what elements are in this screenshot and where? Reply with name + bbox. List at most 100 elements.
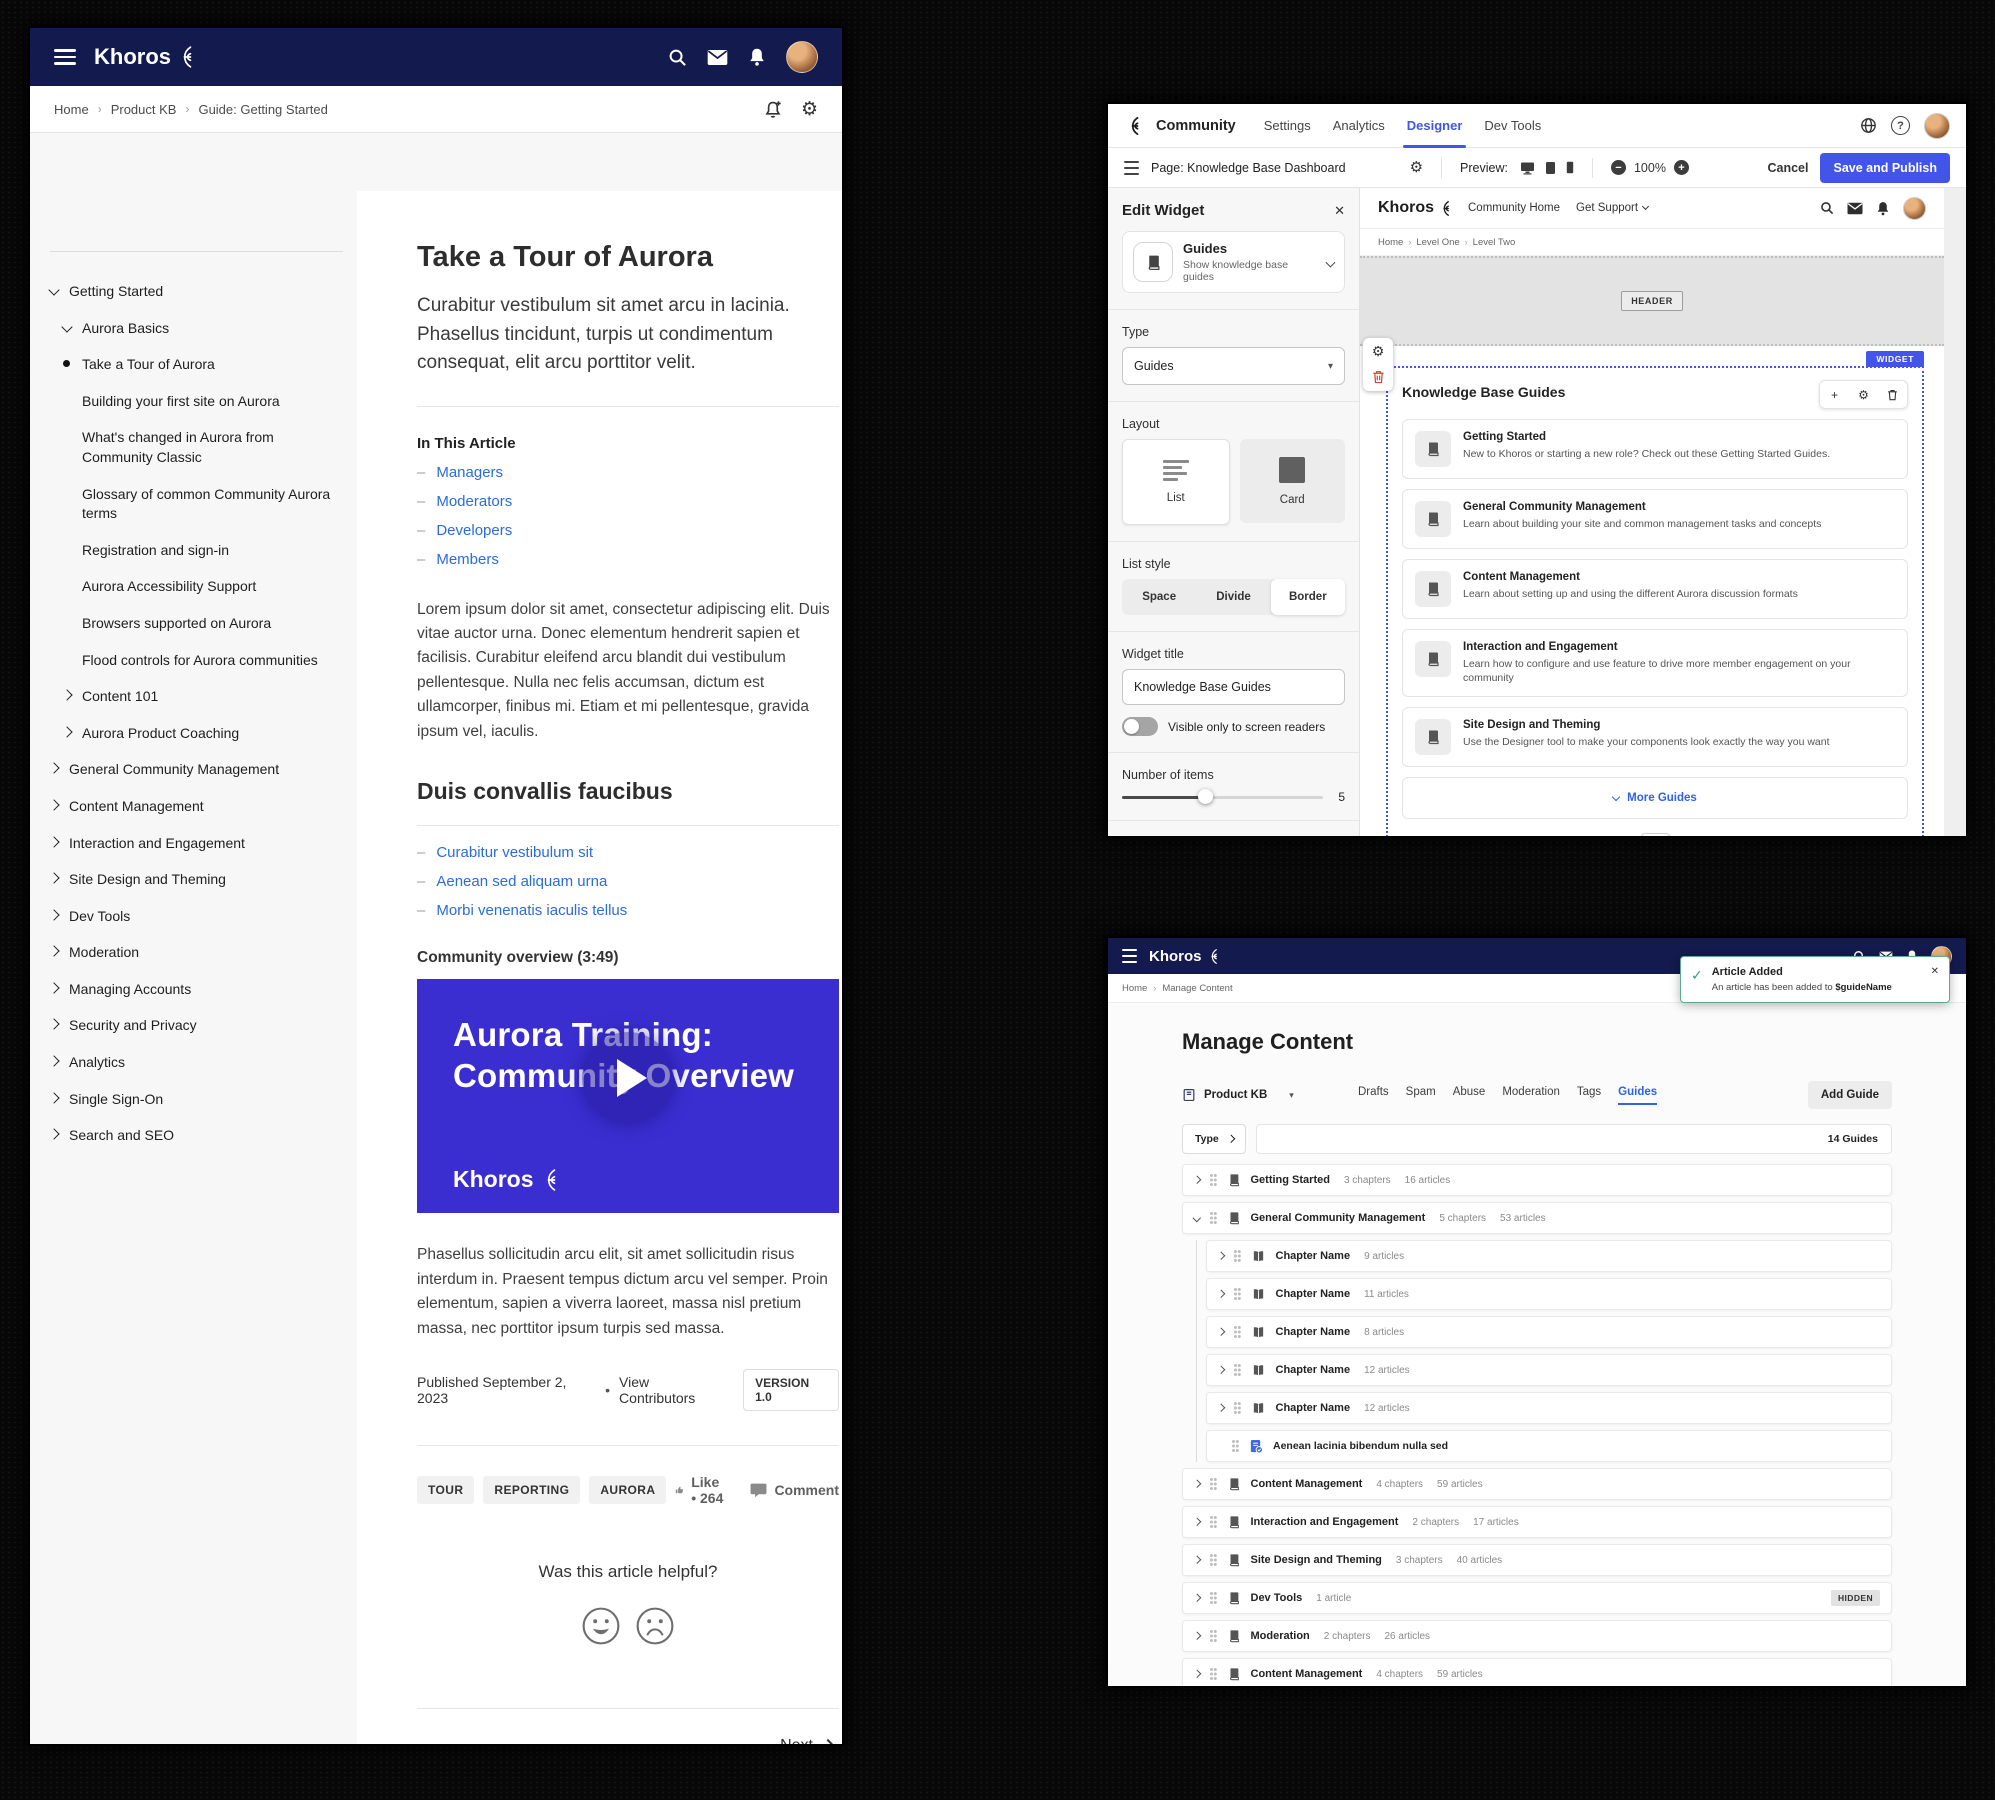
guide-row-expanded[interactable]: General Community Management 5 chapters … xyxy=(1182,1202,1892,1234)
guide-list-item[interactable]: Getting StartedNew to Khoros or starting… xyxy=(1402,419,1908,479)
drag-handle[interactable] xyxy=(1234,1402,1237,1405)
comment-button[interactable]: Comment xyxy=(750,1482,839,1498)
avatar[interactable] xyxy=(786,41,818,73)
layout-option-list[interactable]: List xyxy=(1122,439,1230,525)
drag-handle[interactable] xyxy=(1210,1212,1213,1215)
page-settings-gear-icon[interactable]: ⚙ xyxy=(1410,160,1423,175)
tab-analytics[interactable]: Analytics xyxy=(1329,104,1389,148)
tab-settings[interactable]: Settings xyxy=(1260,104,1315,148)
guide-list-item[interactable]: Interaction and EngagementLearn how to c… xyxy=(1402,629,1908,697)
breadcrumb-product-kb[interactable]: Product KB xyxy=(111,102,177,117)
drag-handle[interactable] xyxy=(1234,1288,1237,1291)
expand-chevron-icon[interactable] xyxy=(1193,1670,1201,1678)
mail-icon[interactable] xyxy=(707,49,728,66)
avatar[interactable] xyxy=(1903,197,1926,220)
search-icon[interactable] xyxy=(1820,201,1834,215)
toc-link-developers[interactable]: Developers xyxy=(436,522,512,539)
drag-handle[interactable] xyxy=(1210,1630,1213,1633)
toc-link-members[interactable]: Members xyxy=(436,551,499,568)
collapse-chevron-icon[interactable] xyxy=(1193,1214,1201,1222)
expand-chevron-icon[interactable] xyxy=(1193,1176,1201,1184)
view-contributors-link[interactable]: View Contributors xyxy=(619,1374,726,1406)
sidebar-item-analytics[interactable]: Analytics xyxy=(50,1053,343,1073)
type-select[interactable]: Guides▾ xyxy=(1122,347,1345,385)
khoros-logo[interactable]: Khoros xyxy=(94,44,196,70)
sidebar-item-single-sign-on[interactable]: Single Sign-On xyxy=(50,1090,343,1110)
expand-chevron-icon[interactable] xyxy=(1217,1252,1225,1260)
expand-chevron-icon[interactable] xyxy=(1217,1404,1225,1412)
preview-nav-community-home[interactable]: Community Home xyxy=(1468,202,1560,214)
pages-menu-icon[interactable] xyxy=(1124,161,1139,175)
phone-icon[interactable] xyxy=(1566,161,1574,174)
tag-reporting[interactable]: REPORTING xyxy=(483,1476,580,1504)
screen-reader-toggle[interactable] xyxy=(1122,717,1158,736)
settings-gear-icon[interactable]: ⚙ xyxy=(801,99,818,119)
guide-row[interactable]: Moderation 2 chapters 26 articles xyxy=(1182,1620,1892,1652)
number-of-items-slider[interactable] xyxy=(1122,796,1323,799)
tab-designer[interactable]: Designer xyxy=(1403,104,1467,148)
sidebar-item-managing-accounts[interactable]: Managing Accounts xyxy=(50,980,343,1000)
drag-handle[interactable] xyxy=(1210,1554,1213,1557)
sidebar-item-building-first-site[interactable]: Building your first site on Aurora xyxy=(50,392,343,412)
notifications-icon[interactable] xyxy=(1876,201,1890,216)
sidebar-item-interaction-engagement[interactable]: Interaction and Engagement xyxy=(50,834,343,854)
drag-handle[interactable] xyxy=(1232,1440,1235,1443)
widget-settings-gear-icon[interactable]: ⚙ xyxy=(1372,345,1385,359)
drag-handle[interactable] xyxy=(1210,1174,1213,1177)
sidebar-item-getting-started[interactable]: Getting Started xyxy=(50,282,343,302)
tab-spam[interactable]: Spam xyxy=(1406,1086,1436,1105)
section-link-1[interactable]: Curabitur vestibulum sit xyxy=(436,844,593,861)
globe-icon[interactable] xyxy=(1860,117,1877,134)
add-guide-button[interactable]: Add Guide xyxy=(1808,1081,1892,1109)
tag-tour[interactable]: TOUR xyxy=(417,1476,474,1504)
guide-row[interactable]: Content Management 4 chapters 59 article… xyxy=(1182,1468,1892,1500)
widget-title-input[interactable] xyxy=(1122,669,1345,705)
add-item-button[interactable]: + xyxy=(1820,381,1849,408)
drag-handle[interactable] xyxy=(1234,1326,1237,1329)
search-icon[interactable] xyxy=(668,48,687,67)
sidebar-item-dev-tools[interactable]: Dev Tools xyxy=(50,907,343,927)
tab-dev-tools[interactable]: Dev Tools xyxy=(1480,104,1545,148)
sidebar-item-site-design[interactable]: Site Design and Theming xyxy=(50,870,343,890)
widget-trash-icon[interactable] xyxy=(1878,381,1907,408)
menu-icon[interactable] xyxy=(1122,949,1137,963)
widget-region[interactable]: WIDGET Knowledge Base Guides + ⚙ xyxy=(1386,366,1924,836)
section-link-3[interactable]: Morbi venenatis iaculis tellus xyxy=(436,902,627,919)
breadcrumb-level-one[interactable]: Level One xyxy=(1416,237,1459,248)
sidebar-item-general-community-management[interactable]: General Community Management xyxy=(50,760,343,780)
guide-row[interactable]: Content Management 4 chapters 59 article… xyxy=(1182,1658,1892,1686)
tab-tags[interactable]: Tags xyxy=(1577,1086,1601,1105)
khoros-logo[interactable]: Khoros xyxy=(1378,199,1452,217)
sidebar-item-accessibility[interactable]: Aurora Accessibility Support xyxy=(50,577,343,597)
guide-list-item[interactable]: Content ManagementLearn about setting up… xyxy=(1402,559,1908,619)
sidebar-item-aurora-basics[interactable]: Aurora Basics xyxy=(50,319,343,339)
play-button-icon[interactable] xyxy=(582,1032,674,1124)
guide-row[interactable]: Site Design and Theming 3 chapters 40 ar… xyxy=(1182,1544,1892,1576)
sad-face-button[interactable] xyxy=(635,1606,675,1646)
sidebar-item-search-seo[interactable]: Search and SEO xyxy=(50,1126,343,1146)
happy-face-button[interactable] xyxy=(581,1606,621,1646)
sidebar-item-content-management[interactable]: Content Management xyxy=(50,797,343,817)
sidebar-item-whats-changed[interactable]: What's changed in Aurora from Community … xyxy=(50,428,343,467)
expand-chevron-icon[interactable] xyxy=(1217,1366,1225,1374)
list-style-divide[interactable]: Divide xyxy=(1196,579,1270,615)
avatar[interactable] xyxy=(1924,113,1950,139)
cancel-button[interactable]: Cancel xyxy=(1767,161,1808,175)
sidebar-item-browsers[interactable]: Browsers supported on Aurora xyxy=(50,614,343,634)
tab-abuse[interactable]: Abuse xyxy=(1453,1086,1486,1105)
expand-chevron-icon[interactable] xyxy=(1193,1632,1201,1640)
layout-option-card[interactable]: Card xyxy=(1240,439,1346,523)
drag-handle[interactable] xyxy=(1234,1364,1237,1367)
tab-drafts[interactable]: Drafts xyxy=(1358,1086,1389,1105)
expand-chevron-icon[interactable] xyxy=(1217,1290,1225,1298)
close-icon[interactable]: ✕ xyxy=(1334,203,1345,219)
sidebar-item-security-privacy[interactable]: Security and Privacy xyxy=(50,1016,343,1036)
sidebar-item-registration[interactable]: Registration and sign-in xyxy=(50,541,343,561)
chapter-row[interactable]: Chapter Name 8 articles xyxy=(1206,1316,1892,1348)
breadcrumb-home[interactable]: Home xyxy=(54,102,89,117)
expand-chevron-icon[interactable] xyxy=(1193,1480,1201,1488)
menu-icon[interactable] xyxy=(54,49,76,65)
subscribe-bell-icon[interactable] xyxy=(764,99,783,119)
tablet-icon[interactable] xyxy=(1545,161,1556,175)
drag-handle[interactable] xyxy=(1210,1668,1213,1671)
